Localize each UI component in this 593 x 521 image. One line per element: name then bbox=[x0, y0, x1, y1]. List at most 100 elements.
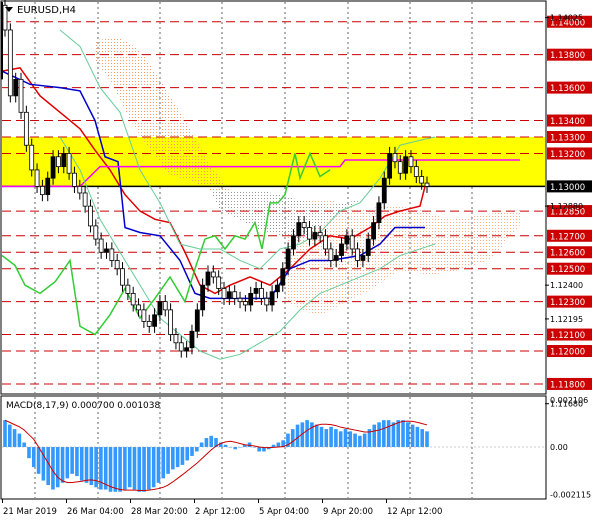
macd-bar bbox=[185, 447, 190, 461]
macd-bar bbox=[103, 447, 108, 490]
candle-body bbox=[205, 271, 211, 286]
candle-body bbox=[13, 78, 19, 97]
price-tick-label: 1.12400 bbox=[550, 281, 583, 290]
macd-bar bbox=[401, 420, 405, 447]
macd-bar bbox=[209, 435, 214, 447]
candle-body bbox=[280, 268, 286, 286]
macd-bar bbox=[17, 433, 22, 447]
candle-body bbox=[296, 222, 302, 237]
macd-bar bbox=[151, 447, 156, 488]
macd-bar bbox=[223, 444, 228, 447]
macd-bar bbox=[406, 422, 410, 447]
macd-tick-label: 0.00 bbox=[550, 443, 568, 452]
macd-bar bbox=[372, 424, 377, 447]
macd-bar bbox=[171, 447, 175, 470]
macd-bar bbox=[156, 447, 161, 483]
price-tag-label: 1.12100 bbox=[550, 331, 585, 341]
candle-body bbox=[264, 297, 270, 306]
candle-body bbox=[226, 291, 232, 299]
macd-bar bbox=[348, 431, 353, 447]
candle-body bbox=[7, 29, 13, 97]
candle-body bbox=[275, 284, 280, 293]
time-label: 28 Mar 20:00 bbox=[131, 507, 188, 517]
macd-bar bbox=[3, 420, 7, 447]
macd-bar bbox=[396, 420, 401, 447]
macd-bar bbox=[12, 429, 17, 447]
candle-body bbox=[146, 320, 152, 327]
price-tag-label: 1.13600 bbox=[550, 84, 585, 94]
macd-bar bbox=[338, 431, 343, 447]
candle-body bbox=[392, 153, 398, 163]
candle-body bbox=[285, 248, 291, 270]
macd-bar bbox=[60, 447, 65, 483]
time-label: 12 Apr 12:00 bbox=[387, 507, 442, 517]
candle-body bbox=[269, 291, 275, 306]
macd-bar bbox=[161, 447, 166, 479]
macd-bar bbox=[314, 424, 319, 447]
candle-body bbox=[23, 111, 29, 146]
price-tag-label: 1.12000 bbox=[550, 348, 585, 358]
candle-body bbox=[323, 235, 328, 250]
candle-body bbox=[125, 284, 131, 294]
price-tick-label: 1.12880 bbox=[550, 202, 583, 211]
candle-body bbox=[424, 182, 430, 187]
price-tick-label: 1.12195 bbox=[550, 315, 583, 324]
macd-bar bbox=[190, 447, 194, 456]
candle-body bbox=[387, 153, 393, 179]
candle-body bbox=[18, 78, 24, 113]
candle-body bbox=[61, 153, 67, 168]
price-tag-label: 1.13300 bbox=[550, 133, 585, 143]
candle-body bbox=[93, 225, 99, 240]
candle-body bbox=[66, 153, 72, 174]
macd-bar bbox=[276, 442, 281, 447]
macd-bar bbox=[271, 444, 276, 447]
price-tag-label: 1.12500 bbox=[550, 265, 585, 275]
chart-canvas[interactable]: EURUSD,H4 MACD(8,17,9) 0.000700 0.001038… bbox=[0, 0, 593, 521]
symbol-label: EURUSD,H4 bbox=[17, 5, 76, 16]
macd-bar bbox=[358, 435, 362, 447]
candle-body bbox=[317, 232, 323, 237]
candle-body bbox=[253, 288, 259, 294]
price-tag-label: 1.13800 bbox=[550, 51, 585, 61]
macd-bar bbox=[420, 429, 425, 447]
macd-bar bbox=[84, 447, 89, 483]
candle-body bbox=[184, 347, 190, 352]
macd-bar bbox=[65, 447, 70, 479]
candle-body bbox=[2, 4, 8, 31]
time-label: 9 Apr 20:00 bbox=[323, 507, 373, 517]
macd-bar bbox=[319, 426, 324, 447]
macd-bar bbox=[180, 447, 185, 465]
macd-bar bbox=[386, 420, 391, 447]
macd-tick-label: 0.002106 bbox=[550, 396, 588, 405]
candle-body bbox=[77, 185, 83, 194]
candle-body bbox=[45, 177, 51, 196]
macd-bar bbox=[166, 447, 170, 474]
candle-body bbox=[312, 232, 318, 240]
candle-body bbox=[194, 309, 200, 332]
candle-body bbox=[88, 205, 93, 227]
macd-bar bbox=[305, 420, 309, 447]
candle-body bbox=[339, 243, 344, 256]
macd-bar bbox=[113, 447, 118, 492]
candle-body bbox=[136, 304, 141, 311]
candle-body bbox=[301, 222, 307, 228]
macd-bar bbox=[382, 420, 386, 447]
macd-bar bbox=[353, 433, 357, 447]
candle-body bbox=[291, 235, 296, 250]
candle-body bbox=[98, 238, 104, 253]
macd-bar bbox=[36, 447, 41, 474]
candle-body bbox=[72, 172, 77, 187]
macd-bar bbox=[75, 447, 79, 477]
candle-body bbox=[50, 156, 56, 179]
candle-body bbox=[344, 235, 350, 245]
candle-body bbox=[168, 309, 173, 335]
macd-bar bbox=[175, 447, 180, 468]
price-tag-label: 1.12700 bbox=[550, 232, 585, 242]
candle-body bbox=[355, 248, 360, 261]
candle-body bbox=[109, 248, 115, 261]
price-tag-label: 1.13000 bbox=[550, 183, 585, 193]
candle-body bbox=[216, 276, 222, 289]
candle-body bbox=[360, 255, 366, 261]
candle-body bbox=[371, 222, 376, 240]
candle-body bbox=[376, 202, 382, 224]
